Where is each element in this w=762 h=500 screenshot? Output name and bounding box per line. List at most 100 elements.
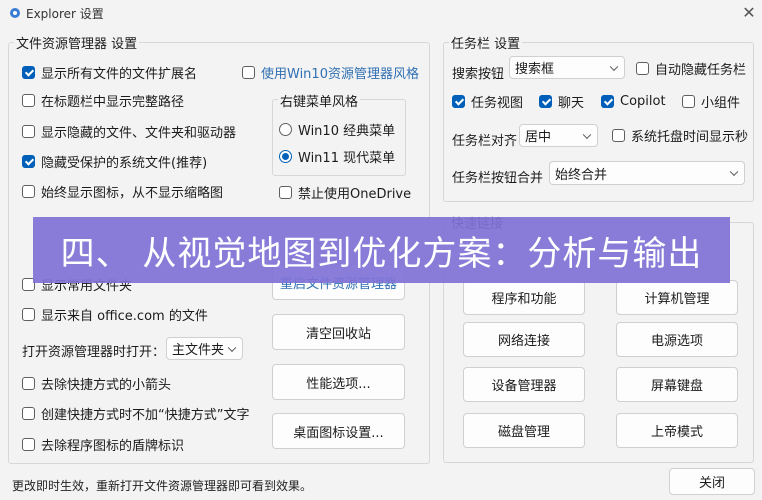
banner-text: 四、 从视觉地图到优化方案：分析与输出 <box>60 233 703 274</box>
checkbox[interactable] <box>22 93 35 107</box>
win10-menu-label: Win10 经典菜单 <box>298 123 396 139</box>
chat-option[interactable]: 聊天 <box>539 91 584 111</box>
desktop-icon-settings-button[interactable]: 桌面图标设置... <box>272 413 405 449</box>
performance-options-button[interactable]: 性能选项... <box>272 364 405 400</box>
win11-menu-label: Win11 现代菜单 <box>298 150 396 166</box>
search-button-value: 搜索框 <box>515 62 555 77</box>
show-extensions-label: 显示所有文件的文件扩展名 <box>41 66 198 82</box>
office-files-label: 显示来自 office.com 的文件 <box>41 308 208 324</box>
checkbox[interactable] <box>601 94 614 108</box>
computer-management-button[interactable]: 计算机管理 <box>616 280 738 315</box>
overlay-banner: 四、 从视觉地图到优化方案：分析与输出 <box>33 217 730 283</box>
programs-features-button[interactable]: 程序和功能 <box>463 280 585 315</box>
device-manager-button[interactable]: 设备管理器 <box>463 367 585 402</box>
checkbox[interactable] <box>636 61 649 75</box>
radio-button[interactable] <box>279 149 292 163</box>
empty-recycle-bin-button[interactable]: 清空回收站 <box>272 314 405 350</box>
checkbox[interactable] <box>22 184 35 198</box>
auto-hide-label: 自动隐藏任务栏 <box>655 62 747 78</box>
copilot-option[interactable]: Copilot <box>601 91 666 111</box>
search-button-select[interactable]: 搜索框 <box>509 56 625 79</box>
checkbox[interactable] <box>22 124 35 138</box>
copilot-label: Copilot <box>620 93 666 109</box>
god-mode-button[interactable]: 上帝模式 <box>616 413 738 448</box>
align-select[interactable]: 居中 <box>519 124 598 147</box>
footer-note: 更改即时生效，重新打开文件资源管理器即可看到效果。 <box>12 479 313 493</box>
disable-onedrive-label: 禁止使用OneDrive <box>298 186 412 202</box>
checkbox[interactable] <box>279 185 292 199</box>
checkbox[interactable] <box>22 307 35 321</box>
combine-label: 任务栏按钮合并 <box>452 171 544 186</box>
task-view-option[interactable]: 任务视图 <box>452 91 523 111</box>
checkbox[interactable] <box>242 65 255 79</box>
show-extensions-option[interactable]: 显示所有文件的文件扩展名 <box>22 62 197 82</box>
chevron-down-icon <box>582 130 592 139</box>
chat-label: 聊天 <box>558 95 585 111</box>
search-button-label: 搜索按钮 <box>452 67 505 82</box>
taskbar-settings-title: 任务栏 设置 <box>449 33 523 52</box>
disk-management-button[interactable]: 磁盘管理 <box>463 413 585 448</box>
combine-select[interactable]: 始终合并 <box>549 161 745 185</box>
chevron-down-icon <box>729 167 739 177</box>
programs-features-label: 程序和功能 <box>491 292 557 307</box>
power-options-button[interactable]: 电源选项 <box>616 322 738 357</box>
auto-hide-option[interactable]: 自动隐藏任务栏 <box>636 58 746 78</box>
open-explorer-label: 打开资源管理器时打开： <box>22 345 166 360</box>
open-explorer-value: 主文件夹 <box>172 343 225 358</box>
checkbox[interactable] <box>22 437 35 451</box>
align-label: 任务栏对齐 <box>452 134 518 149</box>
window-title: Explorer 设置 <box>26 7 104 21</box>
full-path-option[interactable]: 在标题栏中显示完整路径 <box>22 90 184 110</box>
disk-management-label: 磁盘管理 <box>497 425 550 440</box>
tray-seconds-option[interactable]: 系统托盘时间显示秒 <box>612 125 748 145</box>
explorer-settings-title: 文件资源管理器 设置 <box>14 33 140 52</box>
on-screen-keyboard-label: 屏幕键盘 <box>650 379 703 394</box>
win11-menu-option[interactable]: Win11 现代菜单 <box>279 146 395 166</box>
network-connections-label: 网络连接 <box>497 334 550 349</box>
checkbox[interactable] <box>22 65 35 79</box>
checkbox[interactable] <box>452 94 465 108</box>
network-connections-button[interactable]: 网络连接 <box>463 322 585 357</box>
win10-menu-option[interactable]: Win10 经典菜单 <box>279 119 395 139</box>
checkbox[interactable] <box>682 94 695 108</box>
chevron-down-icon <box>227 343 237 352</box>
device-manager-label: 设备管理器 <box>491 379 557 394</box>
radio-button[interactable] <box>279 122 292 136</box>
win10-style-option[interactable]: 使用Win10资源管理器风格 <box>242 62 419 82</box>
context-menu-title: 右键菜单风格 <box>278 91 361 110</box>
power-options-label: 电源选项 <box>650 334 703 349</box>
widgets-option[interactable]: 小组件 <box>682 91 740 111</box>
always-icons-label: 始终显示图标，从不显示缩略图 <box>41 185 224 201</box>
chevron-down-icon <box>609 62 619 71</box>
close-button[interactable]: 关闭 <box>669 468 755 495</box>
on-screen-keyboard-button[interactable]: 屏幕键盘 <box>616 367 738 402</box>
checkbox[interactable] <box>539 94 552 108</box>
empty-recycle-bin-label: 清空回收站 <box>305 326 371 342</box>
checkbox[interactable] <box>22 376 35 390</box>
combine-value: 始终合并 <box>555 167 608 183</box>
remove-shield-option[interactable]: 去除程序图标的盾牌标识 <box>22 434 184 454</box>
office-files-option[interactable]: 显示来自 office.com 的文件 <box>22 304 208 324</box>
always-icons-option[interactable]: 始终显示图标，从不显示缩略图 <box>22 181 223 201</box>
hide-protected-option[interactable]: 隐藏受保护的系统文件(推荐) <box>22 151 207 171</box>
desktop-icon-settings-label: 桌面图标设置... <box>293 425 384 441</box>
close-icon[interactable]: ✕ <box>738 2 760 24</box>
checkbox[interactable] <box>22 406 35 420</box>
computer-management-label: 计算机管理 <box>644 292 710 307</box>
widgets-label: 小组件 <box>701 95 741 111</box>
show-hidden-label: 显示隐藏的文件、文件夹和驱动器 <box>41 125 237 141</box>
task-view-label: 任务视图 <box>471 95 524 111</box>
disable-onedrive-option[interactable]: 禁止使用OneDrive <box>279 182 411 202</box>
open-explorer-select[interactable]: 主文件夹 <box>166 337 243 360</box>
hide-protected-label: 隐藏受保护的系统文件(推荐) <box>41 155 208 171</box>
checkbox[interactable] <box>612 128 625 142</box>
checkbox[interactable] <box>22 154 35 168</box>
performance-options-label: 性能选项... <box>306 376 371 392</box>
remove-arrow-option[interactable]: 去除快捷方式的小箭头 <box>22 373 171 393</box>
no-shortcut-text-option[interactable]: 创建快捷方式时不加“快捷方式”文字 <box>22 403 249 423</box>
full-path-label: 在标题栏中显示完整路径 <box>41 94 185 110</box>
remove-arrow-label: 去除快捷方式的小箭头 <box>41 377 172 393</box>
remove-shield-label: 去除程序图标的盾牌标识 <box>41 438 185 454</box>
show-hidden-option[interactable]: 显示隐藏的文件、文件夹和驱动器 <box>22 121 236 141</box>
win10-style-label: 使用Win10资源管理器风格 <box>261 66 419 82</box>
